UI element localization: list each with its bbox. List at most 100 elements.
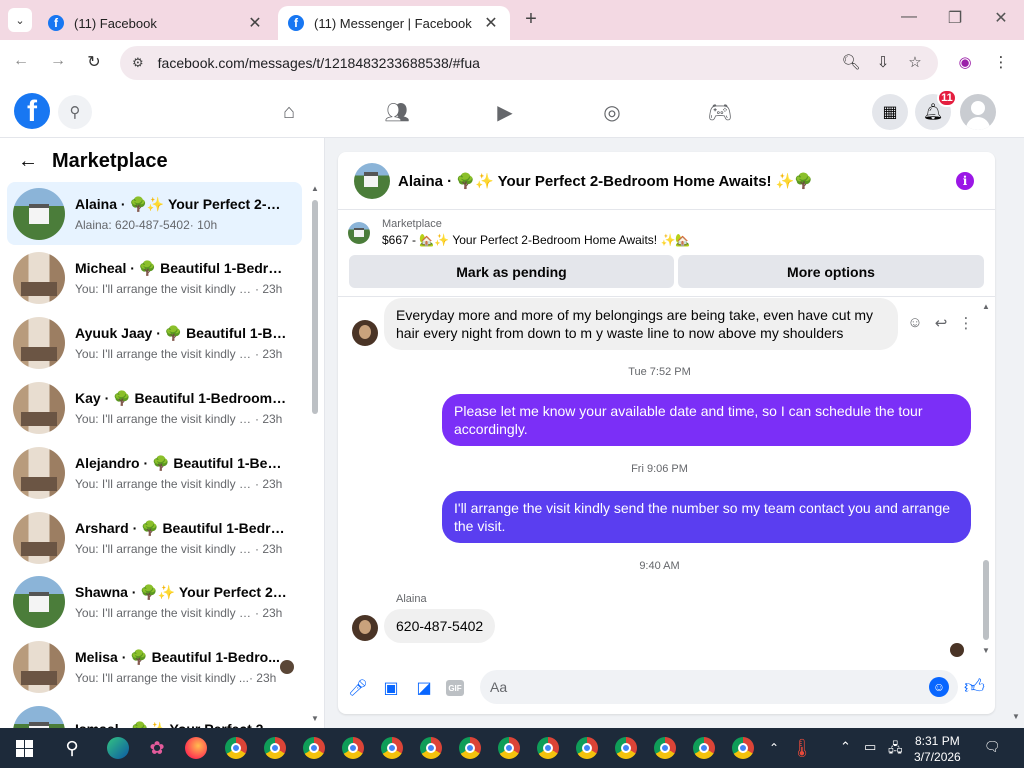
notifications-center-icon[interactable]: 🗨︎ [984, 739, 1001, 755]
chat-title[interactable]: Alaina · 🌳✨ Your Perfect 2-Bedroom Home … [398, 172, 813, 190]
scroll-down-icon[interactable]: ▼ [311, 714, 319, 723]
outgoing-message[interactable]: Please let me know your available date a… [442, 394, 971, 446]
conversation-item[interactable]: Alejandro · 🌳 Beautiful 1-Bedro... You: I… [7, 441, 302, 504]
home-icon[interactable]: ⌂ [275, 98, 303, 126]
message-timestamp: Fri 9:06 PM [631, 463, 688, 475]
paint-icon[interactable]: ✿ [145, 736, 169, 760]
sender-avatar[interactable] [352, 320, 378, 346]
scroll-up-icon[interactable]: ▲ [311, 184, 319, 193]
taskbar-overflow-icon[interactable]: ⌃ [762, 736, 786, 760]
chrome-window-icon[interactable] [341, 736, 365, 760]
chrome-window-icon[interactable] [263, 736, 287, 760]
photo-icon[interactable]: ▣ [380, 677, 402, 699]
chat-header[interactable]: Alaina · 🌳✨ Your Perfect 2-Bedroom Home … [338, 152, 995, 210]
firefox-icon[interactable] [184, 736, 208, 760]
conversation-text: Arshard · 🌳 Beautiful 1-Bedroo... You: I'… [75, 520, 290, 556]
chrome-window-icon[interactable] [653, 736, 677, 760]
temperature-icon[interactable]: 🌡︎ [790, 736, 814, 760]
conversation-item[interactable]: Arshard · 🌳 Beautiful 1-Bedroo... You: I'… [7, 506, 302, 569]
chrome-window-icon[interactable] [497, 736, 521, 760]
sidebar-scrollbar[interactable] [312, 200, 318, 414]
edge-icon[interactable] [106, 736, 130, 760]
bookmark-star-icon[interactable]: ☆ [904, 53, 926, 71]
browser-tab-facebook[interactable]: f (11) Facebook ✕ [38, 6, 274, 40]
close-window-icon[interactable]: ✕ [986, 8, 1016, 28]
back-icon[interactable]: ← [10, 52, 32, 70]
scroll-down-icon[interactable]: ▼ [982, 646, 990, 655]
page-scroll-down-icon[interactable]: ▼ [1012, 712, 1020, 721]
chat-avatar[interactable] [354, 162, 390, 199]
gif-icon[interactable]: GIF [446, 680, 464, 696]
tab-search-menu-icon[interactable]: ⌄ [8, 8, 32, 32]
react-emoji-icon[interactable]: ☺ [906, 314, 924, 331]
info-icon[interactable]: i [956, 172, 974, 190]
reply-icon[interactable]: ↩ [932, 314, 950, 332]
microphone-icon[interactable]: 🎤︎ [347, 677, 369, 699]
sender-avatar[interactable] [352, 615, 378, 641]
marketplace-listing[interactable]: Marketplace $667 - 🏡✨ Your Perfect 2-Bed… [348, 218, 690, 247]
profile-icon[interactable]: ◉ [954, 53, 976, 71]
chrome-window-icon[interactable] [614, 736, 638, 760]
search-icon[interactable]: ⚲ [60, 736, 84, 760]
incoming-message[interactable]: Everyday more and more of my belongings … [384, 298, 898, 350]
conversation-item[interactable]: Kay · 🌳 Beautiful 1-Bedroom H... You: I'l… [7, 376, 302, 439]
video-icon[interactable]: ▶ [491, 98, 519, 126]
site-settings-icon[interactable]: ⚙ [132, 55, 144, 71]
groups-icon[interactable]: ◎ [598, 98, 626, 126]
facebook-logo-icon[interactable]: f [14, 93, 50, 129]
show-hidden-icons-icon[interactable]: ⌃ [840, 739, 851, 755]
search-icon[interactable]: ⚲ [58, 95, 92, 129]
message-timestamp: 9:40 AM [639, 560, 680, 572]
thumbs-up-icon[interactable]: 👍︎ [964, 675, 985, 699]
back-arrow-icon[interactable]: ← [18, 150, 38, 173]
system-clock[interactable]: 8:31 PM 3/7/2026 [914, 733, 961, 765]
chrome-window-icon[interactable] [575, 736, 599, 760]
tab-title: (11) Messenger | Facebook [314, 15, 472, 31]
close-tab-icon[interactable]: ✕ [246, 13, 264, 33]
conversation-item[interactable]: Melisa · 🌳 Beautiful 1-Bedro... You: I'll… [7, 636, 302, 699]
friends-icon[interactable]: 👥︎ [383, 98, 411, 126]
chrome-window-icon[interactable] [419, 736, 443, 760]
browser-tab-messenger[interactable]: f (11) Messenger | Facebook ✕ [278, 6, 510, 40]
start-windows-icon[interactable] [12, 736, 36, 760]
chrome-window-icon[interactable] [536, 736, 560, 760]
account-avatar[interactable] [960, 94, 996, 130]
url-text[interactable]: facebook.com/messages/t/1218483233688538… [158, 55, 480, 71]
browser-menu-icon[interactable]: ⋮ [990, 53, 1012, 71]
conversation-item[interactable]: Ismael · 🌳✨ Your Perfect 2-... [7, 700, 302, 728]
message-input[interactable]: Aa [480, 670, 958, 704]
chrome-window-icon[interactable] [692, 736, 716, 760]
zoom-icon[interactable]: 🔍︎ [840, 53, 862, 71]
chrome-window-icon[interactable] [458, 736, 482, 760]
clock-date: 3/7/2026 [914, 750, 961, 764]
sticker-icon[interactable]: ◪ [413, 677, 435, 699]
minimize-window-icon[interactable]: — [894, 8, 924, 26]
incoming-message[interactable]: 620-487-5402 [384, 609, 496, 643]
chrome-window-icon[interactable] [731, 736, 755, 760]
scroll-up-icon[interactable]: ▲ [982, 302, 990, 311]
restore-window-icon[interactable]: ❐ [940, 8, 970, 28]
chat-scrollbar[interactable] [983, 560, 989, 640]
install-app-icon[interactable]: ⇩ [872, 53, 894, 71]
chrome-window-icon[interactable] [224, 736, 248, 760]
gaming-icon[interactable]: 🎮︎ [706, 98, 734, 126]
reload-icon[interactable]: ↻ [83, 52, 105, 72]
address-bar[interactable]: ⚙ facebook.com/messages/t/12184832336885… [120, 46, 938, 80]
forward-icon[interactable]: → [47, 52, 69, 70]
conversation-item[interactable]: Ayuuk Jaay · 🌳 Beautiful 1-Bedr... You: I… [7, 312, 302, 375]
chrome-window-icon[interactable] [302, 736, 326, 760]
network-icon[interactable]: 🖧︎ [888, 739, 903, 761]
outgoing-message[interactable]: I'll arrange the visit kindly send the n… [442, 491, 971, 543]
conversation-item[interactable]: Alaina · 🌳✨ Your Perfect 2-Be... Alaina: … [7, 182, 302, 245]
more-options-button[interactable]: More options [678, 255, 984, 288]
new-tab-button[interactable]: + [520, 8, 542, 31]
conversation-item[interactable]: Shawna · 🌳✨ Your Perfect 2-B... You: I'll… [7, 571, 302, 634]
menu-grid-icon[interactable]: ▦ [872, 94, 908, 130]
close-tab-icon[interactable]: ✕ [482, 13, 500, 33]
chrome-window-icon[interactable] [380, 736, 404, 760]
more-actions-icon[interactable]: ⋮ [957, 314, 975, 332]
mark-as-pending-button[interactable]: Mark as pending [349, 255, 674, 288]
conversation-item[interactable]: Micheal · 🌳 Beautiful 1-Bedroo... You: I'… [7, 247, 302, 310]
tablet-icon[interactable]: ▭ [864, 739, 876, 755]
emoji-icon[interactable]: ☺ [929, 677, 949, 697]
